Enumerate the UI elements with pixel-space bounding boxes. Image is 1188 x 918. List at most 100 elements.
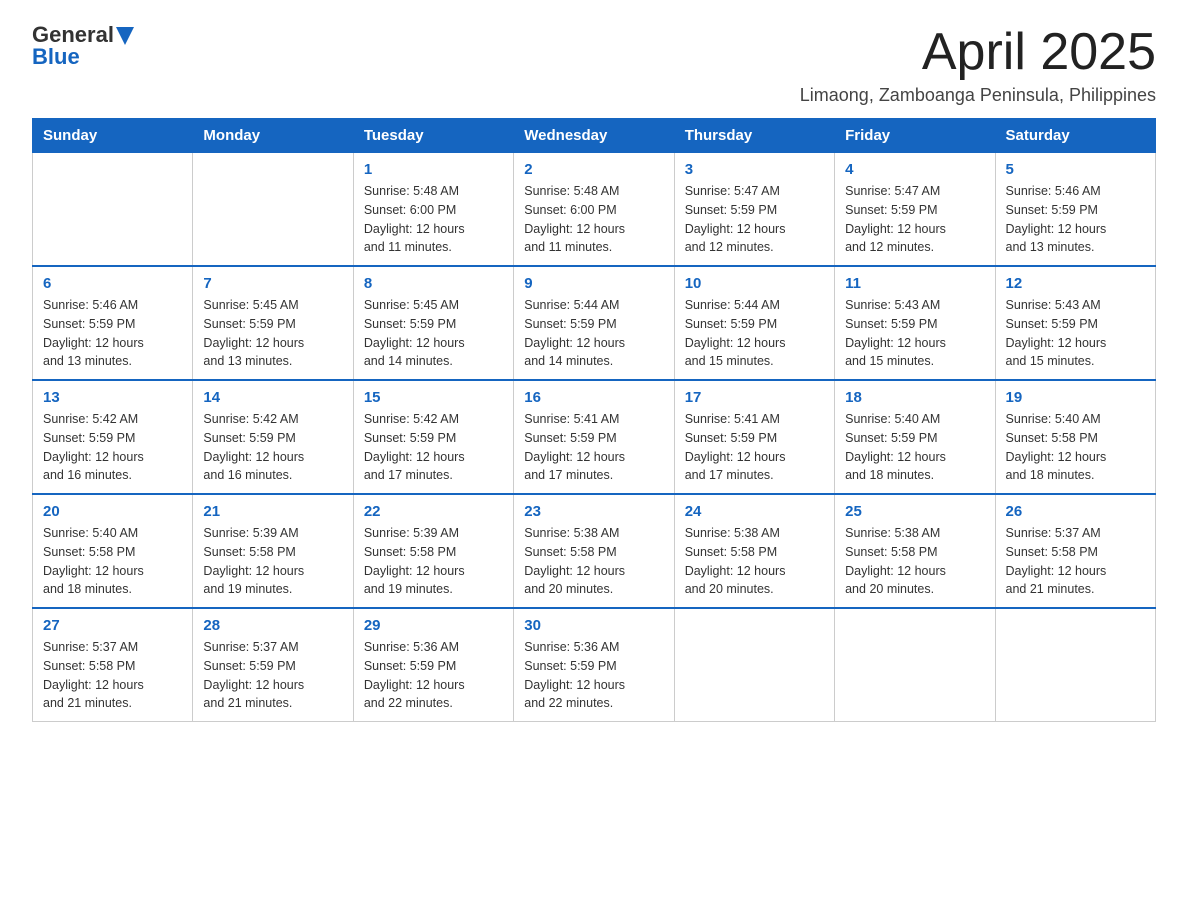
page-header: General Blue April 2025 Limaong, Zamboan… [32, 24, 1156, 106]
calendar-cell: 14Sunrise: 5:42 AM Sunset: 5:59 PM Dayli… [193, 380, 353, 494]
calendar-location: Limaong, Zamboanga Peninsula, Philippine… [800, 85, 1156, 106]
weekday-header-friday: Friday [835, 119, 995, 153]
day-number: 6 [43, 275, 182, 292]
calendar-cell: 7 Sunrise: 5:45 AM Sunset: 5:59 PM Daylig… [193, 266, 353, 380]
calendar-cell: 17 Sunrise: 5:41 AM Sunset: 5:59 PM Dayli… [674, 380, 834, 494]
day-number: 7 [203, 275, 342, 292]
day-number: 16 [524, 389, 663, 406]
calendar-cell: 22Sunrise: 5:39 AM Sunset: 5:58 PM Dayli… [353, 494, 513, 608]
day-number: 10 [685, 275, 824, 292]
calendar-cell: 16 Sunrise: 5:41 AM Sunset: 5:59 PM Dayli… [514, 380, 674, 494]
day-info: Sunrise: 5:46 AM Sunset: 5:59 PM Dayligh… [1006, 182, 1145, 257]
calendar-cell: 27Sunrise: 5:37 AM Sunset: 5:58 PM Dayli… [33, 608, 193, 722]
day-number: 5 [1006, 161, 1145, 178]
weekday-header-row: SundayMondayTuesdayWednesdayThursdayFrid… [33, 119, 1156, 153]
day-number: 15 [364, 389, 503, 406]
day-number: 26 [1006, 503, 1145, 520]
logo-blue-text: Blue [32, 46, 80, 68]
calendar-cell: 1Sunrise: 5:48 AM Sunset: 6:00 PM Daylig… [353, 153, 513, 267]
weekday-header-saturday: Saturday [995, 119, 1155, 153]
calendar-cell: 21 Sunrise: 5:39 AM Sunset: 5:58 PM Dayli… [193, 494, 353, 608]
day-number: 9 [524, 275, 663, 292]
calendar-cell: 8 Sunrise: 5:45 AM Sunset: 5:59 PM Daylig… [353, 266, 513, 380]
calendar-cell: 2 Sunrise: 5:48 AM Sunset: 6:00 PM Daylig… [514, 153, 674, 267]
day-info: Sunrise: 5:44 AM Sunset: 5:59 PM Dayligh… [524, 296, 663, 371]
day-info: Sunrise: 5:37 AM Sunset: 5:59 PM Dayligh… [203, 638, 342, 713]
day-info: Sunrise: 5:44 AM Sunset: 5:59 PM Dayligh… [685, 296, 824, 371]
calendar-cell: 18 Sunrise: 5:40 AM Sunset: 5:59 PM Dayli… [835, 380, 995, 494]
calendar-week-row: 1 Sunrise: 5:48 AM Sunset: 6:00 PM Daylig… [33, 153, 1156, 267]
day-info: Sunrise: 5:37 AM Sunset: 5:58 PM Dayligh… [1006, 524, 1145, 599]
calendar-week-row: 20 Sunrise: 5:40 AM Sunset: 5:58 PM Dayli… [33, 494, 1156, 608]
day-info: Sunrise: 5:41 AM Sunset: 5:59 PM Dayligh… [685, 410, 824, 485]
day-number: 24 [685, 503, 824, 520]
calendar-cell: 13Sunrise: 5:42 AM Sunset: 5:59 PM Dayli… [33, 380, 193, 494]
day-number: 27 [43, 617, 182, 634]
day-info: Sunrise: 5:43 AM Sunset: 5:59 PM Dayligh… [845, 296, 984, 371]
calendar-cell: 20 Sunrise: 5:40 AM Sunset: 5:58 PM Dayli… [33, 494, 193, 608]
day-info: Sunrise: 5:38 AM Sunset: 5:58 PM Dayligh… [524, 524, 663, 599]
calendar-table: SundayMondayTuesdayWednesdayThursdayFrid… [32, 118, 1156, 722]
day-info: Sunrise: 5:42 AM Sunset: 5:59 PM Dayligh… [43, 410, 182, 485]
day-info: Sunrise: 5:46 AM Sunset: 5:59 PM Dayligh… [43, 296, 182, 371]
day-info: Sunrise: 5:47 AM Sunset: 5:59 PM Dayligh… [845, 182, 984, 257]
calendar-cell: 6 Sunrise: 5:46 AM Sunset: 5:59 PM Daylig… [33, 266, 193, 380]
calendar-cell [995, 608, 1155, 722]
calendar-cell: 28Sunrise: 5:37 AM Sunset: 5:59 PM Dayli… [193, 608, 353, 722]
day-number: 2 [524, 161, 663, 178]
calendar-cell: 26 Sunrise: 5:37 AM Sunset: 5:58 PM Dayli… [995, 494, 1155, 608]
calendar-cell: 4 Sunrise: 5:47 AM Sunset: 5:59 PM Daylig… [835, 153, 995, 267]
calendar-cell: 15 Sunrise: 5:42 AM Sunset: 5:59 PM Dayli… [353, 380, 513, 494]
day-number: 20 [43, 503, 182, 520]
day-number: 8 [364, 275, 503, 292]
calendar-cell: 25Sunrise: 5:38 AM Sunset: 5:58 PM Dayli… [835, 494, 995, 608]
calendar-cell: 12Sunrise: 5:43 AM Sunset: 5:59 PM Dayli… [995, 266, 1155, 380]
weekday-header-sunday: Sunday [33, 119, 193, 153]
weekday-header-thursday: Thursday [674, 119, 834, 153]
calendar-cell: 30 Sunrise: 5:36 AM Sunset: 5:59 PM Dayli… [514, 608, 674, 722]
title-block: April 2025 Limaong, Zamboanga Peninsula,… [800, 24, 1156, 106]
weekday-header-tuesday: Tuesday [353, 119, 513, 153]
day-info: Sunrise: 5:48 AM Sunset: 6:00 PM Dayligh… [524, 182, 663, 257]
calendar-cell: 24 Sunrise: 5:38 AM Sunset: 5:58 PM Dayli… [674, 494, 834, 608]
day-number: 25 [845, 503, 984, 520]
day-info: Sunrise: 5:41 AM Sunset: 5:59 PM Dayligh… [524, 410, 663, 485]
logo-triangle-icon [116, 27, 134, 45]
day-info: Sunrise: 5:39 AM Sunset: 5:58 PM Dayligh… [203, 524, 342, 599]
calendar-cell [193, 153, 353, 267]
calendar-cell: 5 Sunrise: 5:46 AM Sunset: 5:59 PM Daylig… [995, 153, 1155, 267]
calendar-week-row: 13Sunrise: 5:42 AM Sunset: 5:59 PM Dayli… [33, 380, 1156, 494]
day-number: 22 [364, 503, 503, 520]
logo-general-text: General [32, 24, 114, 46]
day-number: 18 [845, 389, 984, 406]
day-number: 21 [203, 503, 342, 520]
day-info: Sunrise: 5:43 AM Sunset: 5:59 PM Dayligh… [1006, 296, 1145, 371]
calendar-cell [674, 608, 834, 722]
day-info: Sunrise: 5:36 AM Sunset: 5:59 PM Dayligh… [364, 638, 503, 713]
calendar-cell: 23 Sunrise: 5:38 AM Sunset: 5:58 PM Dayli… [514, 494, 674, 608]
day-info: Sunrise: 5:45 AM Sunset: 5:59 PM Dayligh… [364, 296, 503, 371]
day-number: 30 [524, 617, 663, 634]
weekday-header-wednesday: Wednesday [514, 119, 674, 153]
day-number: 3 [685, 161, 824, 178]
calendar-title: April 2025 [800, 24, 1156, 81]
calendar-cell: 29Sunrise: 5:36 AM Sunset: 5:59 PM Dayli… [353, 608, 513, 722]
day-info: Sunrise: 5:36 AM Sunset: 5:59 PM Dayligh… [524, 638, 663, 713]
day-info: Sunrise: 5:42 AM Sunset: 5:59 PM Dayligh… [364, 410, 503, 485]
day-info: Sunrise: 5:40 AM Sunset: 5:58 PM Dayligh… [43, 524, 182, 599]
day-number: 11 [845, 275, 984, 292]
day-number: 19 [1006, 389, 1145, 406]
calendar-week-row: 6 Sunrise: 5:46 AM Sunset: 5:59 PM Daylig… [33, 266, 1156, 380]
day-info: Sunrise: 5:47 AM Sunset: 5:59 PM Dayligh… [685, 182, 824, 257]
day-number: 4 [845, 161, 984, 178]
day-number: 1 [364, 161, 503, 178]
day-info: Sunrise: 5:38 AM Sunset: 5:58 PM Dayligh… [685, 524, 824, 599]
calendar-cell: 10 Sunrise: 5:44 AM Sunset: 5:59 PM Dayli… [674, 266, 834, 380]
day-info: Sunrise: 5:40 AM Sunset: 5:59 PM Dayligh… [845, 410, 984, 485]
day-info: Sunrise: 5:42 AM Sunset: 5:59 PM Dayligh… [203, 410, 342, 485]
day-number: 23 [524, 503, 663, 520]
calendar-cell: 9 Sunrise: 5:44 AM Sunset: 5:59 PM Daylig… [514, 266, 674, 380]
calendar-cell: 3 Sunrise: 5:47 AM Sunset: 5:59 PM Daylig… [674, 153, 834, 267]
day-number: 17 [685, 389, 824, 406]
day-info: Sunrise: 5:45 AM Sunset: 5:59 PM Dayligh… [203, 296, 342, 371]
